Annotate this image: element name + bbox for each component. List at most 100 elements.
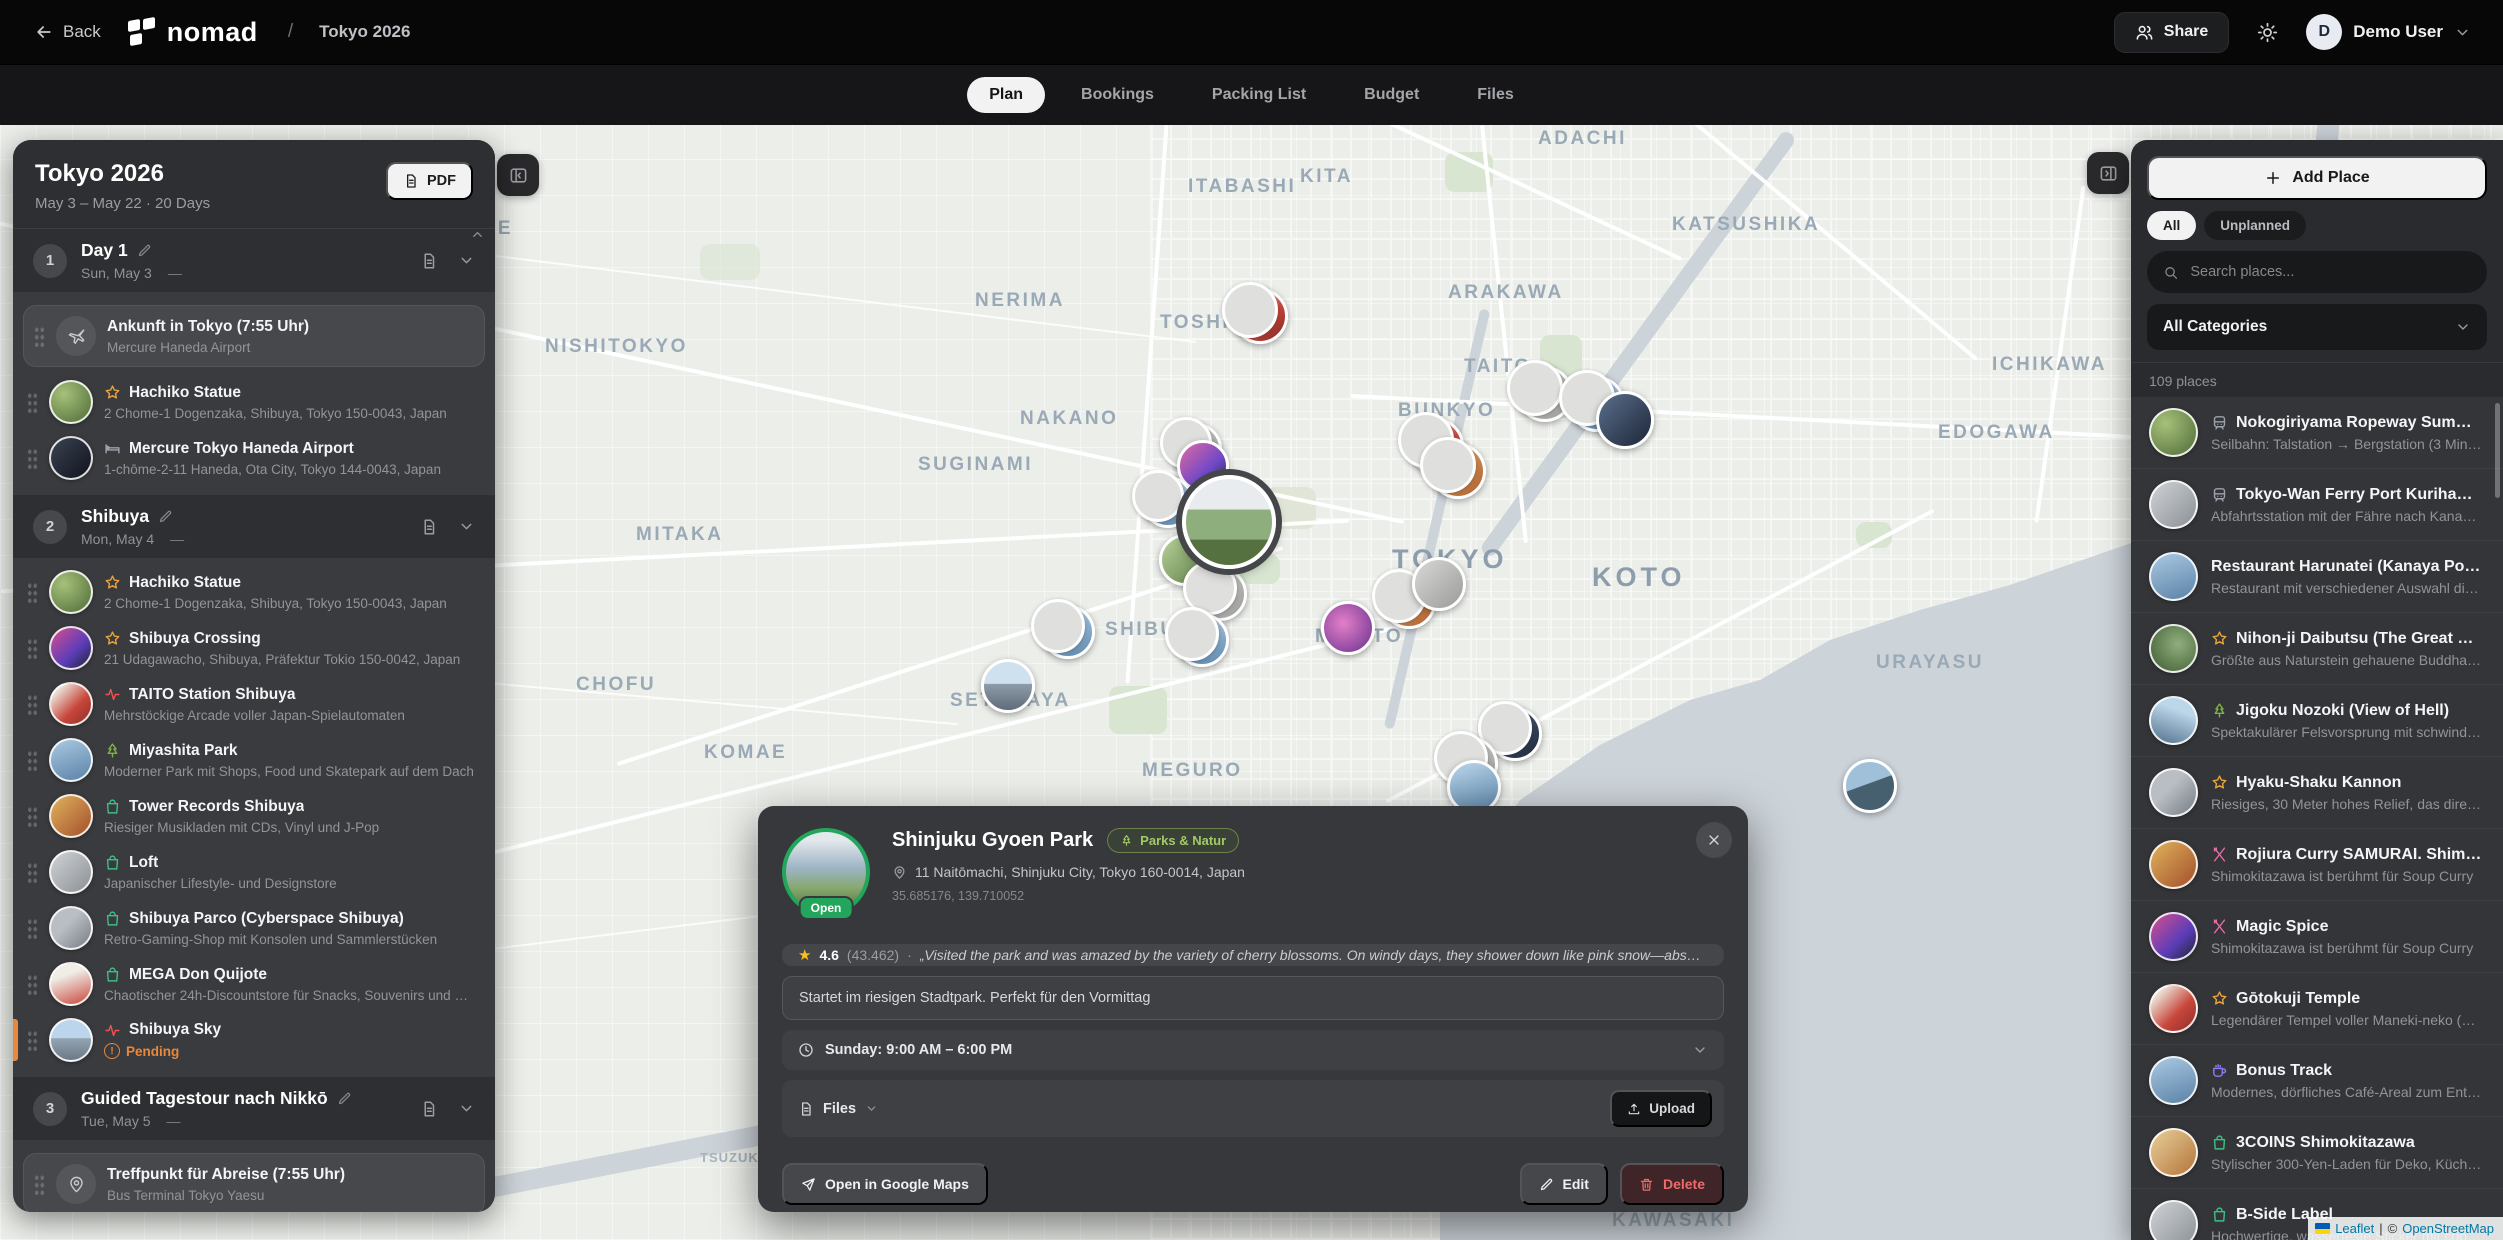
place-list-item[interactable]: 3COINS Shimokitazawa Stylischer 300-Yen-… (2131, 1117, 2503, 1189)
user-menu[interactable]: D Demo User (2306, 14, 2471, 50)
export-pdf-button[interactable]: PDF (386, 162, 473, 200)
edit-pencil-icon[interactable] (158, 509, 173, 524)
filter-all[interactable]: All (2147, 211, 2196, 240)
place-list-item[interactable]: Rojiura Curry SAMURAI. Shim… Shimokitaza… (2131, 829, 2503, 901)
drag-handle-icon[interactable] (27, 391, 38, 413)
app-logo[interactable]: nomad (127, 17, 258, 48)
upload-button[interactable]: Upload (1610, 1090, 1712, 1127)
chevron-down-icon[interactable] (1692, 1042, 1708, 1058)
drag-handle-icon[interactable] (27, 917, 38, 939)
leaflet-link[interactable]: Leaflet (2335, 1221, 2374, 1236)
itinerary-scroll-area[interactable]: 1 Day 1 Sun, May 3— (13, 229, 495, 1212)
place-list-item[interactable]: Restaurant Harunatei (Kanaya Po… Restaur… (2131, 541, 2503, 613)
place-list-item[interactable]: Nokogiriyama Ropeway Sum… Seilbahn: Tals… (2131, 397, 2503, 469)
itinerary-item[interactable]: Mercure Tokyo Haneda Airport 1-chōme-2-1… (13, 430, 495, 486)
search-input[interactable] (2188, 263, 2471, 281)
itinerary-item[interactable]: Hachiko Statue 2 Chome-1 Dogenzaka, Shib… (13, 564, 495, 620)
drag-handle-icon[interactable] (27, 749, 38, 771)
itinerary-item[interactable]: MEGA Don Quijote Chaotischer 24h-Discoun… (13, 956, 495, 1012)
panel-collapse-right-icon (2099, 164, 2118, 183)
day-header-2[interactable]: 2 Shibuya Mon, May 4— (13, 494, 495, 559)
map-place-marker[interactable] (1182, 475, 1276, 569)
drag-handle-icon[interactable] (27, 581, 38, 603)
map-place-marker[interactable] (1412, 557, 1466, 611)
files-row[interactable]: Files Upload (782, 1080, 1724, 1137)
opening-hours-row[interactable]: Sunday: 9:00 AM – 6:00 PM (782, 1030, 1724, 1070)
itinerary-item[interactable]: Miyashita Park Moderner Park mit Shops, … (13, 732, 495, 788)
open-google-maps-button[interactable]: Open in Google Maps (782, 1163, 988, 1205)
map-place-marker[interactable] (1232, 288, 1288, 344)
share-button[interactable]: Share (2114, 12, 2229, 53)
itinerary-item[interactable]: Tower Records Shibuya Riesiger Musiklade… (13, 788, 495, 844)
map-place-marker[interactable] (1321, 601, 1375, 655)
place-list-item[interactable]: Hyaku-Shaku Kannon Riesiges, 30 Meter ho… (2131, 757, 2503, 829)
map-place-marker[interactable] (1430, 443, 1486, 499)
tab-files[interactable]: Files (1455, 77, 1535, 113)
itinerary-item[interactable]: Loft Japanischer Lifestyle- und Designst… (13, 844, 495, 900)
filter-unplanned[interactable]: Unplanned (2204, 211, 2306, 240)
tab-budget[interactable]: Budget (1342, 77, 1441, 113)
edit-label: Edit (1563, 1176, 1589, 1192)
rating-review-bar[interactable]: ★ 4.6 (43.462) · „Visited the park and w… (782, 944, 1724, 966)
back-button[interactable]: Back (34, 22, 101, 42)
map-region-label: KATSUSHIKA (1672, 214, 1820, 236)
drag-handle-icon[interactable] (27, 447, 38, 469)
day-header-1[interactable]: 1 Day 1 Sun, May 3— (13, 229, 495, 293)
map-place-marker[interactable] (1843, 759, 1897, 813)
itinerary-item[interactable]: Shibuya Sky Pending (13, 1012, 495, 1068)
category-filter-dropdown[interactable]: All Categories (2147, 304, 2487, 350)
map-place-marker[interactable] (1596, 391, 1654, 449)
map-place-marker[interactable] (1041, 605, 1095, 659)
search-box[interactable] (2147, 251, 2487, 293)
collapse-left-panel-button[interactable] (497, 154, 539, 196)
tab-packing-list[interactable]: Packing List (1190, 77, 1328, 113)
drag-handle-icon[interactable] (27, 637, 38, 659)
tab-bookings[interactable]: Bookings (1059, 77, 1176, 113)
itinerary-item[interactable]: Ankunft in Tokyo (7:55 Uhr) Mercure Hane… (23, 305, 485, 367)
place-list-item[interactable]: Tokyo-Wan Ferry Port Kuriha… Abfahrtssta… (2131, 469, 2503, 541)
drag-handle-icon[interactable] (27, 693, 38, 715)
note-input[interactable]: Startet im riesigen Stadtpark. Perfekt f… (782, 976, 1724, 1020)
place-list-item[interactable]: Magic Spice Shimokitazawa ist berühmt fü… (2131, 901, 2503, 973)
place-list-item[interactable]: Bonus Track Modernes, dörfliches Café-Ar… (2131, 1045, 2503, 1117)
place-subtitle: Abfahrtsstation mit der Fähre nach Kana… (2211, 508, 2485, 524)
delete-button[interactable]: Delete (1620, 1163, 1724, 1205)
places-list[interactable]: Nokogiriyama Ropeway Sum… Seilbahn: Tals… (2131, 397, 2503, 1240)
map-place-marker[interactable] (1488, 707, 1542, 761)
itinerary-item[interactable]: TAITO Station Shibuya Mehrstöckige Arcad… (13, 676, 495, 732)
close-button[interactable] (1696, 822, 1732, 858)
scrollbar[interactable] (2495, 403, 2500, 498)
drag-handle-icon[interactable] (34, 1173, 45, 1195)
collapse-right-panel-button[interactable] (2087, 152, 2129, 194)
theme-toggle-button[interactable] (2257, 22, 2278, 43)
drag-handle-icon[interactable] (27, 973, 38, 995)
map-region-label: URAYASU (1876, 652, 1984, 674)
drag-handle-icon[interactable] (34, 325, 45, 347)
day-notes-icon[interactable] (420, 1100, 438, 1118)
place-subtitle: Bus Terminal Tokyo Yaesu (107, 1188, 468, 1203)
chevron-down-icon[interactable] (458, 518, 475, 535)
day-notes-icon[interactable] (420, 252, 438, 270)
drag-handle-icon[interactable] (27, 861, 38, 883)
map-place-marker[interactable] (1175, 613, 1229, 667)
itinerary-item[interactable]: Shibuya Crossing 21 Udagawacho, Shibuya,… (13, 620, 495, 676)
chevron-down-icon[interactable] (458, 252, 475, 269)
day-header-3[interactable]: 3 Guided Tagestour nach Nikkō Tue, May 5… (13, 1076, 495, 1141)
itinerary-item[interactable]: Treffpunkt für Abreise (7:55 Uhr) Bus Te… (23, 1153, 485, 1212)
chevron-down-icon[interactable] (458, 1100, 475, 1117)
edit-button[interactable]: Edit (1520, 1163, 1608, 1205)
add-place-button[interactable]: Add Place (2147, 156, 2487, 200)
drag-handle-icon[interactable] (27, 1029, 38, 1051)
place-list-item[interactable]: Nihon-ji Daibutsu (The Great … Größte au… (2131, 613, 2503, 685)
tab-plan[interactable]: Plan (967, 77, 1045, 113)
openstreetmap-link[interactable]: OpenStreetMap (2402, 1221, 2494, 1236)
drag-handle-icon[interactable] (27, 805, 38, 827)
place-list-item[interactable]: Gōtokuji Temple Legendärer Tempel voller… (2131, 973, 2503, 1045)
place-list-item[interactable]: Jigoku Nozoki (View of Hell) Spektakulär… (2131, 685, 2503, 757)
map-place-marker[interactable] (981, 659, 1035, 713)
itinerary-item[interactable]: Hachiko Statue 2 Chome-1 Dogenzaka, Shib… (13, 374, 495, 430)
edit-pencil-icon[interactable] (137, 243, 152, 258)
itinerary-item[interactable]: Shibuya Parco (Cyberspace Shibuya) Retro… (13, 900, 495, 956)
edit-pencil-icon[interactable] (337, 1091, 352, 1106)
day-notes-icon[interactable] (420, 518, 438, 536)
